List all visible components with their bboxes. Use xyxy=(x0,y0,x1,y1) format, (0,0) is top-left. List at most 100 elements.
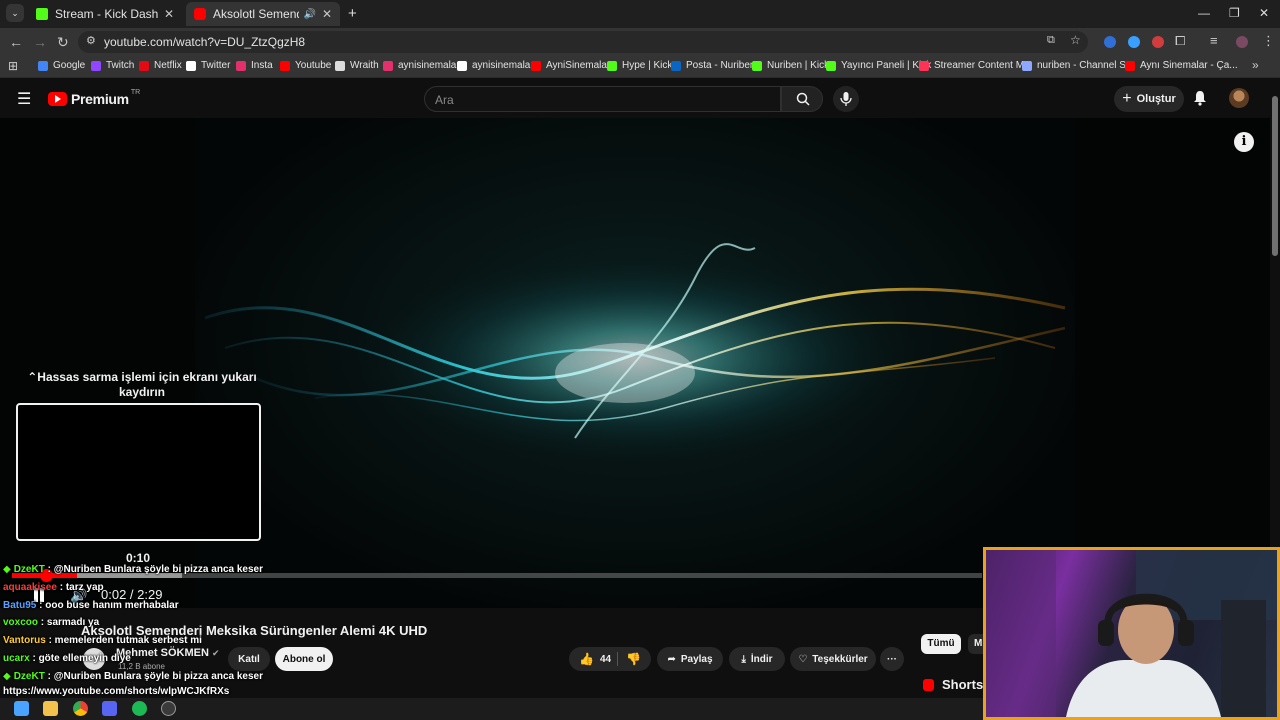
notifications-bell-icon[interactable] xyxy=(1193,90,1207,106)
windows-start-icon[interactable] xyxy=(14,701,29,716)
discord-icon[interactable] xyxy=(102,701,117,716)
bookmark-item[interactable]: Hype | Kick xyxy=(607,60,672,71)
bookmark-item[interactable]: Insta xyxy=(236,60,273,71)
voice-search-button[interactable] xyxy=(833,86,859,112)
subscribe-button[interactable]: Abone ol xyxy=(275,647,333,671)
share-icon: ➦ xyxy=(667,653,676,665)
spotify-icon[interactable] xyxy=(132,701,147,716)
chat-username: aquaakisee xyxy=(3,582,57,593)
hamburger-menu-icon[interactable]: ☰ xyxy=(17,89,31,109)
bookmark-label: Streamer Content M... xyxy=(934,60,1033,71)
seek-preview-time: 0:10 xyxy=(125,551,151,565)
bookmark-item[interactable]: Youtube xyxy=(280,60,331,71)
media-controls-icon[interactable]: ≡ xyxy=(1210,33,1218,48)
more-actions-button[interactable]: ··· xyxy=(880,647,904,671)
tab-search-icon[interactable]: ⌄ xyxy=(6,4,24,22)
bookmark-item[interactable]: Posta - Nuriben xyxy=(671,60,755,71)
bookmark-favicon-icon xyxy=(139,60,149,71)
obs-icon[interactable] xyxy=(161,701,176,716)
account-avatar[interactable] xyxy=(1229,88,1249,108)
file-explorer-icon[interactable] xyxy=(43,701,58,716)
bookmark-item[interactable]: nuriben - Channel S... xyxy=(1022,60,1134,71)
bookmark-item[interactable]: Twitch xyxy=(91,60,134,71)
join-button[interactable]: Katıl xyxy=(228,647,270,671)
back-icon[interactable]: ← xyxy=(9,34,23,50)
reload-icon[interactable]: ↻ xyxy=(57,34,69,51)
bookmark-item[interactable]: Twitter xyxy=(186,60,230,71)
new-tab-button[interactable]: + xyxy=(348,5,357,22)
extension-red-icon[interactable] xyxy=(1152,36,1164,48)
bookmark-favicon-icon xyxy=(186,60,196,71)
scrollbar-thumb[interactable] xyxy=(1272,96,1278,256)
youtube-icon xyxy=(194,8,206,20)
address-bar[interactable]: ⚙ youtube.com/watch?v=DU_ZtzQgzH8 ⧉ ☆ xyxy=(78,31,1088,53)
bookmark-item[interactable]: Nuriben | Kick xyxy=(752,60,829,71)
shorts-section-title: Shorts xyxy=(923,677,983,692)
bookmark-item[interactable]: Yayıncı Paneli | Kick xyxy=(826,60,931,71)
extension-shield-icon[interactable] xyxy=(1104,36,1116,48)
close-window-icon[interactable]: ✕ xyxy=(1259,6,1269,20)
youtube-premium-logo[interactable]: Premium TR xyxy=(48,89,140,107)
search-input[interactable] xyxy=(435,93,755,107)
site-info-icon[interactable]: ⚙ xyxy=(86,34,96,47)
browser-menu-icon[interactable]: ⋮ xyxy=(1262,33,1275,49)
bookmark-label: Insta xyxy=(251,60,273,71)
chrome-icon[interactable] xyxy=(73,701,88,716)
info-icon[interactable]: i xyxy=(1234,132,1254,152)
search-box[interactable] xyxy=(424,86,781,112)
shorts-label: Shorts xyxy=(942,677,984,692)
like-icon[interactable]: 👍 xyxy=(579,652,594,666)
minimize-icon[interactable]: — xyxy=(1198,6,1210,20)
dislike-icon[interactable]: 👎 xyxy=(626,652,641,666)
bookmark-item[interactable]: aynisinemalar xyxy=(383,60,460,71)
bookmark-label: aynisinemalar xyxy=(472,60,534,71)
chat-message: ◆ DzeKT : @Nuriben Bunlara şöyle bi pizza… xyxy=(3,564,263,575)
divider xyxy=(617,652,618,666)
more-bookmarks-icon[interactable]: » xyxy=(1252,58,1259,72)
bookmark-star-icon[interactable]: ☆ xyxy=(1070,33,1081,47)
chat-username: Batu95 xyxy=(3,600,37,611)
bookmark-favicon-icon xyxy=(91,60,101,71)
forward-icon[interactable]: → xyxy=(33,34,47,50)
bookmark-favicon-icon xyxy=(457,60,467,71)
search-button[interactable] xyxy=(781,86,823,112)
logo-text: Premium xyxy=(71,91,129,107)
like-count[interactable]: 44 xyxy=(600,654,611,665)
share-button[interactable]: ➦ Paylaş xyxy=(657,647,723,671)
bookmark-item[interactable]: Streamer Content M... xyxy=(919,60,1032,71)
close-tab-icon[interactable]: ✕ xyxy=(164,7,174,21)
extensions-puzzle-icon[interactable]: ⧠ xyxy=(1175,33,1185,49)
close-tab-icon[interactable]: ✕ xyxy=(322,7,332,21)
chip-all[interactable]: Tümü xyxy=(921,634,961,654)
tab-youtube-video[interactable]: Aksolotl Semenderi Meksik 🔊 ✕ xyxy=(186,2,340,26)
profile-icon[interactable] xyxy=(1236,36,1248,48)
bookmark-item[interactable]: Netflix xyxy=(139,60,182,71)
video-frame[interactable] xyxy=(195,118,1075,608)
kick-icon xyxy=(36,8,48,20)
precise-seek-hint: ⌃Hassas sarma işlemi için ekranı yukarı … xyxy=(22,370,262,400)
tab-kick-dashboard[interactable]: Stream - Kick Dashboard ✕ xyxy=(28,2,182,26)
extension-blue-icon[interactable] xyxy=(1128,36,1140,48)
url-text: youtube.com/watch?v=DU_ZtzQgzH8 xyxy=(104,35,306,49)
channel-name[interactable]: Mehmet SÖKMEN ✔ xyxy=(116,647,220,659)
thanks-button[interactable]: ♡ Teşekkürler xyxy=(790,647,876,671)
create-label: Oluştur xyxy=(1136,93,1176,105)
audio-playing-icon[interactable]: 🔊 xyxy=(303,9,315,20)
create-button[interactable]: + Oluştur xyxy=(1114,86,1184,112)
browser-tab-strip: ⌄ Stream - Kick Dashboard ✕ Aksolotl Sem… xyxy=(0,0,1280,28)
bookmark-item[interactable]: Aynı Sinemalar - Ça... xyxy=(1125,60,1238,71)
chat-message: ◆ DzeKT : @Nuriben Bunlara şöyle bi pizza… xyxy=(3,671,263,682)
bookmarks-bar: ⊞ Google Twitch Netflix Twitter Insta Youtube… xyxy=(0,56,1280,78)
cast-icon[interactable]: ⧉ xyxy=(1047,34,1055,47)
bookmark-item[interactable]: Google xyxy=(38,60,85,71)
apps-grid-icon[interactable]: ⊞ xyxy=(8,59,18,73)
download-button[interactable]: ⤓ İndir xyxy=(729,647,785,671)
bookmark-label: Yayıncı Paneli | Kick xyxy=(841,60,932,71)
bookmark-label: Aynı Sinemalar - Ça... xyxy=(1140,60,1238,71)
bookmark-item[interactable]: AyniSinemalar xyxy=(531,60,610,71)
restore-icon[interactable]: ❐ xyxy=(1229,6,1240,20)
bookmark-item[interactable]: aynisinemalar xyxy=(457,60,534,71)
bookmark-item[interactable]: Wraith xyxy=(335,60,379,71)
verified-icon: ✔ xyxy=(211,648,220,658)
video-player[interactable]: i ⌃Hassas sarma işlemi için ekranı yukar… xyxy=(0,118,1270,608)
